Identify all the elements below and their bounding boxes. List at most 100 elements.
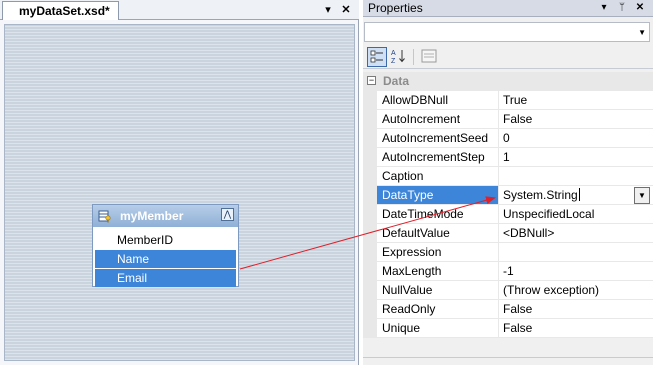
property-value[interactable]: System.String [498, 186, 653, 205]
column-row-memberid[interactable]: MemberID [95, 231, 236, 249]
property-value[interactable]: <DBNull> [498, 224, 653, 243]
properties-window: Properties ▾ ᛘ ✕ ▼ A Z − Data AllowDBNul… [363, 0, 653, 365]
svg-text:Z: Z [391, 58, 396, 65]
value-dropdown-button[interactable]: ▼ [634, 187, 650, 204]
row-gutter [363, 167, 377, 186]
property-value[interactable] [498, 167, 653, 186]
property-value[interactable]: False [498, 300, 653, 319]
column-row-email[interactable]: Email [95, 269, 236, 287]
collapse-category-icon[interactable]: − [367, 76, 376, 85]
document-tabstrip: myDataSet.xsd* ▾ ✕ [0, 0, 359, 20]
property-value[interactable]: UnspecifiedLocal [498, 205, 653, 224]
document-tab-label: myDataSet.xsd* [19, 4, 110, 18]
property-row-caption[interactable]: Caption [363, 167, 653, 186]
property-value[interactable]: 1 [498, 148, 653, 167]
datatable-mymember[interactable]: myMember ⋀ MemberID Name Email [92, 204, 239, 287]
property-name[interactable]: Caption [377, 167, 498, 186]
property-value[interactable]: (Throw exception) [498, 281, 653, 300]
toolbar-separator [413, 49, 414, 65]
pin-icon[interactable]: ᛘ [615, 1, 629, 15]
property-name[interactable]: AutoIncrementSeed [377, 129, 498, 148]
categorized-icon [370, 50, 383, 63]
property-row-readonly[interactable]: ReadOnly False [363, 300, 653, 319]
chevron-down-icon: ▼ [638, 28, 646, 37]
datatable-title: myMember [120, 209, 184, 223]
document-tab[interactable]: myDataSet.xsd* [2, 1, 119, 20]
category-label: Data [383, 74, 410, 88]
row-gutter [363, 91, 377, 110]
row-gutter [363, 148, 377, 167]
window-list-icon[interactable]: ▾ [320, 2, 336, 18]
properties-toolbar: A Z [363, 45, 653, 69]
table-key-icon [98, 210, 111, 223]
row-gutter [363, 224, 377, 243]
properties-titlebar: Properties ▾ ᛘ ✕ [363, 0, 653, 17]
property-row-unique[interactable]: Unique False [363, 319, 653, 338]
designer-canvas[interactable] [4, 24, 355, 361]
property-name[interactable]: NullValue [377, 281, 498, 300]
alphabetical-button[interactable]: A Z [389, 47, 409, 67]
row-gutter [363, 129, 377, 148]
property-value-text: True [503, 93, 528, 107]
text-caret [578, 188, 580, 201]
row-gutter [363, 281, 377, 300]
property-value-text: 1 [503, 150, 510, 164]
properties-title: Properties [368, 1, 423, 15]
property-name[interactable]: AllowDBNull [377, 91, 498, 110]
property-name[interactable]: DataType [377, 186, 498, 205]
categorized-button[interactable] [367, 47, 387, 67]
property-row-autoincrementstep[interactable]: AutoIncrementStep 1 [363, 148, 653, 167]
category-data[interactable]: − Data [363, 72, 653, 91]
property-name[interactable]: DateTimeMode [377, 205, 498, 224]
property-value[interactable]: False [498, 319, 653, 338]
property-row-maxlength[interactable]: MaxLength -1 [363, 262, 653, 281]
svg-text:A: A [391, 50, 396, 57]
property-row-allowdbnull[interactable]: AllowDBNull True [363, 91, 653, 110]
property-value-text: False [503, 302, 533, 316]
close-icon[interactable]: ✕ [633, 1, 647, 15]
property-value-text: False [503, 112, 533, 126]
property-name[interactable]: Expression [377, 243, 498, 262]
property-value[interactable]: 0 [498, 129, 653, 148]
row-gutter [363, 186, 377, 205]
property-value-text: UnspecifiedLocal [503, 207, 595, 221]
property-value-text: -1 [503, 264, 514, 278]
property-value[interactable]: True [498, 91, 653, 110]
dataset-designer-pane: myDataSet.xsd* ▾ ✕ myMember ⋀ MemberID N… [0, 0, 359, 365]
column-row-name[interactable]: Name [95, 250, 236, 268]
property-row-autoincrementseed[interactable]: AutoIncrementSeed 0 [363, 129, 653, 148]
property-value[interactable] [498, 243, 653, 262]
row-gutter [363, 319, 377, 338]
row-gutter [363, 300, 377, 319]
property-value-text: <DBNull> [503, 226, 555, 240]
property-name[interactable]: Unique [377, 319, 498, 338]
column-label: Email [117, 271, 148, 285]
property-row-defaultvalue[interactable]: DefaultValue <DBNull> [363, 224, 653, 243]
property-name[interactable]: ReadOnly [377, 300, 498, 319]
property-value-text: System.String [503, 188, 578, 202]
row-gutter [363, 243, 377, 262]
property-pages-button[interactable] [419, 47, 439, 67]
property-name[interactable]: AutoIncrementStep [377, 148, 498, 167]
dropdown-icon[interactable]: ▾ [597, 1, 611, 15]
property-name[interactable]: MaxLength [377, 262, 498, 281]
property-row-expression[interactable]: Expression [363, 243, 653, 262]
property-value[interactable]: False [498, 110, 653, 129]
property-name[interactable]: AutoIncrement [377, 110, 498, 129]
property-row-datetimemode[interactable]: DateTimeMode UnspecifiedLocal [363, 205, 653, 224]
close-document-icon[interactable]: ✕ [338, 2, 354, 18]
collapse-icon[interactable]: ⋀ [221, 208, 234, 221]
column-label: MemberID [117, 233, 174, 247]
property-value[interactable]: -1 [498, 262, 653, 281]
alphabetical-icon: A Z [391, 50, 405, 65]
property-row-autoincrement[interactable]: AutoIncrement False [363, 110, 653, 129]
row-gutter [363, 205, 377, 224]
object-selector-dropdown[interactable]: ▼ [364, 22, 650, 42]
property-row-nullvalue[interactable]: NullValue (Throw exception) [363, 281, 653, 300]
property-value-text: (Throw exception) [503, 283, 600, 297]
property-row-datatype[interactable]: DataType System.String ▼ [363, 186, 653, 205]
property-name[interactable]: DefaultValue [377, 224, 498, 243]
datatable-header[interactable]: myMember ⋀ [93, 205, 238, 227]
row-gutter [363, 110, 377, 129]
property-value-text: False [503, 321, 533, 335]
